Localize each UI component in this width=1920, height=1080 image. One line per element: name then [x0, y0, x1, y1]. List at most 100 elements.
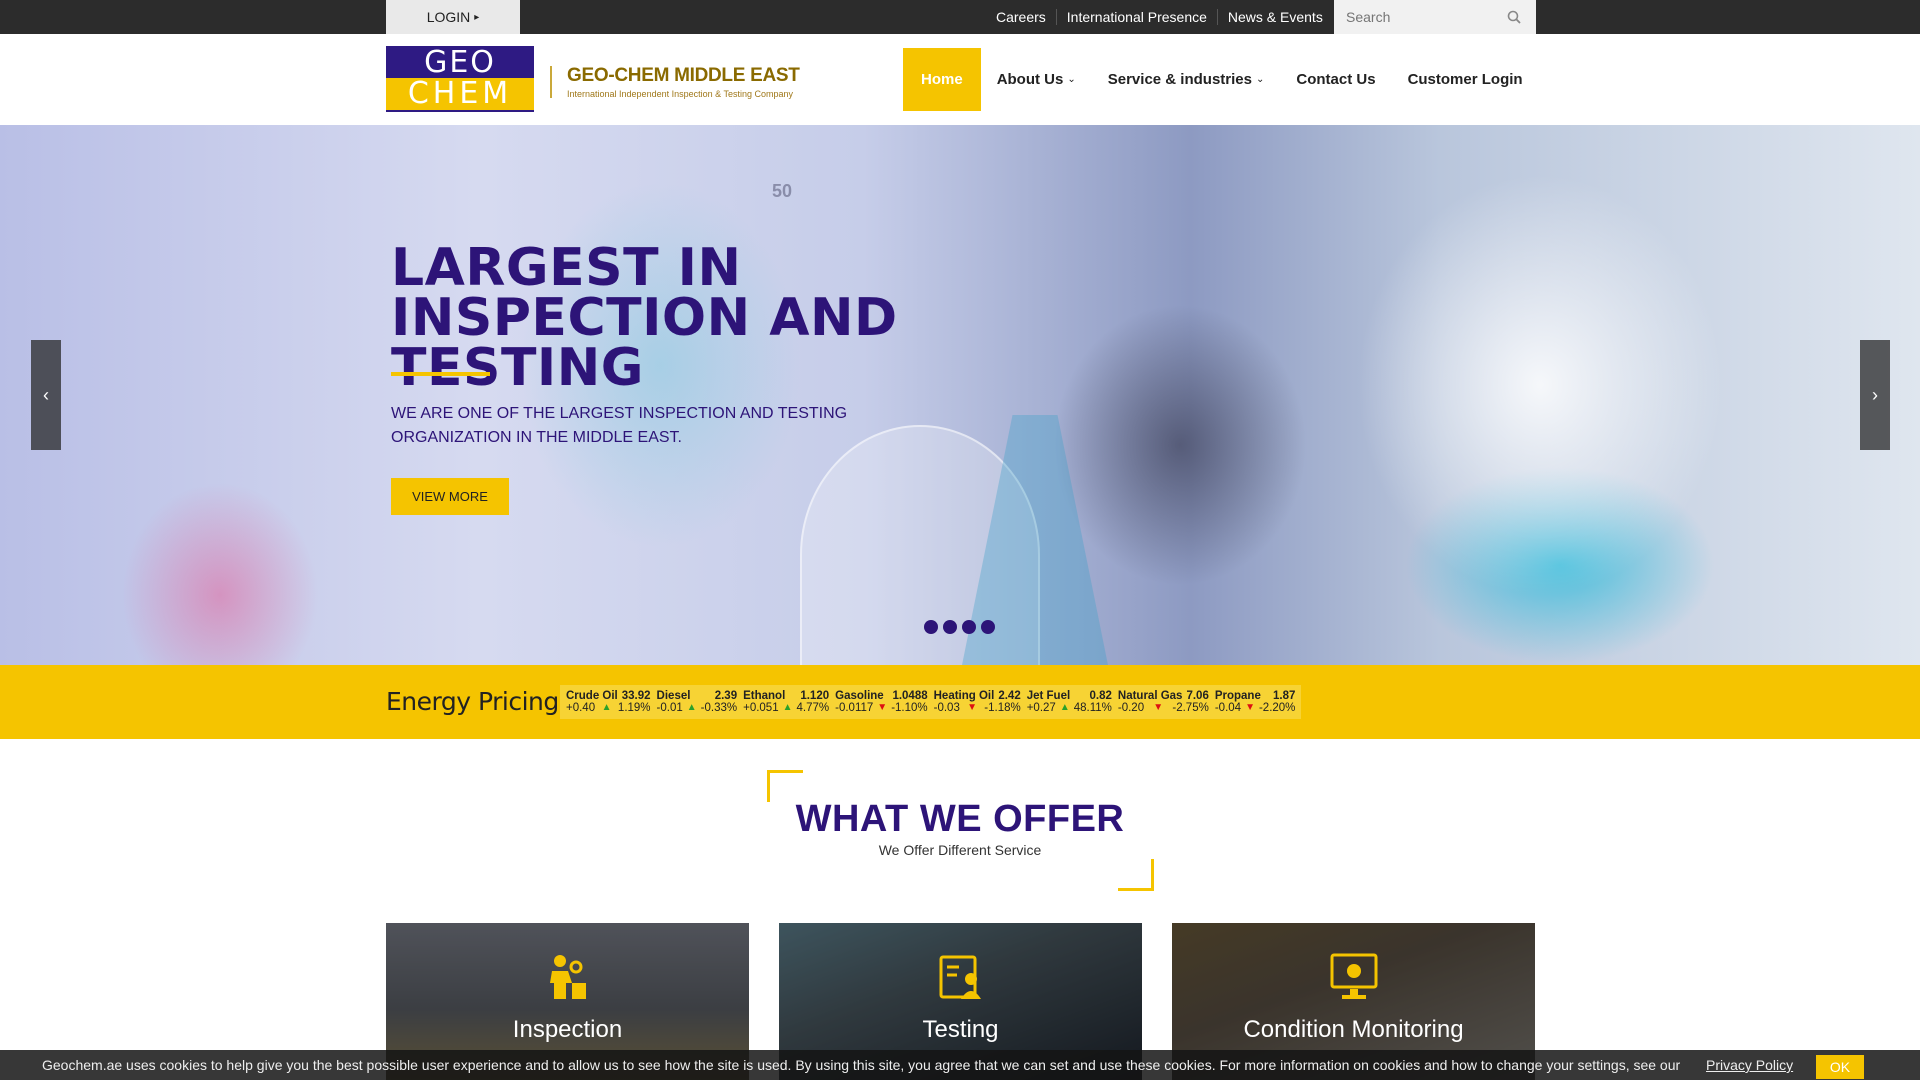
slider-dot[interactable]	[962, 620, 976, 634]
slider-dot[interactable]	[943, 620, 957, 634]
privacy-policy-link[interactable]: Privacy Policy	[1706, 1057, 1793, 1073]
ticker-percent: -1.10%	[891, 702, 928, 714]
chevron-left-icon: ‹	[43, 384, 49, 405]
ticker-item: Heating Oil 2.42 -0.03 ▼ -1.18%	[931, 685, 1024, 719]
hero-slider: 50 LARGEST IN INSPECTION AND TESTING WE …	[0, 125, 1920, 665]
slider-dot[interactable]	[924, 620, 938, 634]
ticker-percent: -0.33%	[700, 702, 738, 714]
nav-services[interactable]: Service & industries ⌄	[1092, 48, 1281, 111]
ticker-item: Propane 1.87 -0.04 ▼ -2.20%	[1212, 685, 1299, 719]
ticker-percent: 4.77%	[796, 702, 830, 714]
arrow-up-icon: ▲	[782, 702, 793, 713]
ticker-price: 7.06	[1186, 690, 1209, 702]
ticker-name: Crude Oil	[566, 690, 618, 702]
card-title: Inspection	[512, 1016, 623, 1043]
news-events-link[interactable]: News & Events	[1216, 9, 1333, 25]
ticker-change: +0.27	[1026, 702, 1056, 714]
search-icon[interactable]	[1504, 7, 1524, 27]
ticker-price: 33.92	[621, 690, 651, 702]
ticker-item: Jet Fuel 0.82 +0.27 ▲ 48.11%	[1024, 685, 1115, 719]
slider-dots	[924, 620, 995, 634]
nav-services-label: Service & industries	[1107, 71, 1252, 88]
ticker-item: Ethanol 1.120 +0.051 ▲ 4.77%	[740, 685, 832, 719]
nav-contact-us[interactable]: Contact Us	[1280, 48, 1391, 111]
company-name: GEO-CHEM MIDDLE EAST	[567, 65, 800, 86]
chevron-down-icon: ⌄	[1067, 74, 1076, 85]
careers-link[interactable]: Careers	[986, 9, 1056, 25]
monitor-gear-icon	[1328, 951, 1380, 1003]
cookie-message: Geochem.ae uses cookies to help give you…	[42, 1057, 1681, 1073]
ticker-percent: -2.75%	[1172, 702, 1209, 714]
logo[interactable]: GEO CHEM	[386, 46, 534, 112]
nav-home[interactable]: Home	[903, 48, 981, 111]
ticker-change: +0.40	[566, 702, 596, 714]
hero-subtitle: WE ARE ONE OF THE LARGEST INSPECTION AND…	[391, 405, 848, 446]
nav-customer-login-label: Customer Login	[1407, 71, 1523, 88]
ticker-name: Propane	[1214, 690, 1261, 702]
ticker-change: -0.20	[1117, 702, 1145, 714]
ticker-percent: -1.18%	[984, 702, 1021, 714]
nav-customer-login[interactable]: Customer Login	[1392, 48, 1539, 111]
offer-title: WHAT WE OFFER	[795, 798, 1125, 840]
login-label: LOGIN	[426, 9, 471, 25]
nav-contact-label: Contact Us	[1296, 71, 1376, 88]
corner-bracket	[1118, 859, 1154, 891]
arrow-down-icon: ▼	[1245, 702, 1255, 713]
ticker-change: -0.0117	[835, 702, 874, 714]
nav-about-label: About Us	[996, 71, 1064, 88]
search-box	[1334, 0, 1536, 34]
ticker-item: Crude Oil 33.92 +0.40 ▲ 1.19%	[563, 685, 654, 719]
arrow-up-icon: ▲	[686, 702, 697, 713]
ticker-percent: -2.20%	[1258, 702, 1296, 714]
caret-right-icon: ▸	[474, 11, 480, 23]
top-bar: LOGIN ▸ Careers International Presence N…	[0, 0, 1920, 34]
arrow-down-icon: ▼	[967, 702, 978, 713]
login-button[interactable]: LOGIN ▸	[386, 0, 520, 34]
ticker-item: Gasoline 1.0488 -0.0117 ▼ -1.10%	[832, 685, 931, 719]
arrow-up-icon: ▲	[1059, 702, 1070, 713]
arrow-down-icon: ▼	[877, 702, 888, 713]
company-name-block: GEO-CHEM MIDDLE EAST International Indep…	[567, 65, 800, 99]
hero-divider	[391, 372, 490, 376]
hero-title: LARGEST IN INSPECTION AND TESTING	[391, 238, 898, 398]
slider-next-button[interactable]: ›	[1860, 340, 1890, 450]
ticker-name: Jet Fuel	[1026, 690, 1071, 702]
nav-home-label: Home	[921, 71, 963, 88]
ticker-name: Natural Gas	[1117, 690, 1183, 702]
chevron-right-icon: ›	[1872, 384, 1878, 405]
beaker-label: 50	[772, 181, 793, 201]
ticker-price: 2.39	[714, 690, 738, 702]
ticker-price: 2.42	[998, 690, 1021, 702]
arrow-down-icon: ▼	[1153, 702, 1164, 713]
slider-prev-button[interactable]: ‹	[31, 340, 61, 450]
ticker-price: 1.120	[800, 690, 830, 702]
energy-ticker: Crude Oil 33.92 +0.40 ▲ 1.19% Diesel 2.39 -0.01…	[560, 685, 1302, 719]
ticker-price: 1.0488	[892, 690, 928, 702]
ticker-percent: 1.19%	[617, 702, 651, 714]
ticker-change: +0.051	[743, 702, 779, 714]
card-title: Testing	[922, 1016, 999, 1043]
logo-line2: CHEM	[386, 78, 534, 110]
search-input[interactable]	[1334, 0, 1504, 34]
top-links: Careers International Presence News & Ev…	[986, 0, 1333, 34]
slider-dot[interactable]	[981, 620, 995, 634]
cookie-ok-button[interactable]: OK	[1816, 1055, 1864, 1079]
ticker-item: Natural Gas 7.06 -0.20 ▼ -2.75%	[1115, 685, 1212, 719]
offer-subtitle: We Offer Different Service	[878, 842, 1042, 858]
cookie-banner: Geochem.ae uses cookies to help give you…	[0, 1050, 1920, 1080]
ticker-name: Gasoline	[835, 690, 884, 702]
card-title: Condition Monitoring	[1243, 1016, 1464, 1043]
nav-about-us[interactable]: About Us ⌄	[981, 48, 1092, 111]
logo-divider	[550, 66, 552, 98]
ticker-name: Diesel	[656, 690, 691, 702]
ticker-change: -0.03	[933, 702, 960, 714]
report-user-icon	[935, 951, 987, 1003]
international-presence-link[interactable]: International Presence	[1055, 9, 1217, 25]
main-nav: Home About Us ⌄ Service & industries ⌄ Con…	[903, 48, 1539, 111]
ticker-price: 1.87	[1273, 690, 1296, 702]
ticker-change: -0.01	[656, 702, 683, 714]
energy-pricing-label: Energy Pricing :	[386, 687, 575, 716]
ticker-name: Ethanol	[743, 690, 786, 702]
view-more-button[interactable]: VIEW MORE	[391, 478, 509, 515]
ticker-item: Diesel 2.39 -0.01 ▲ -0.33%	[654, 685, 741, 719]
